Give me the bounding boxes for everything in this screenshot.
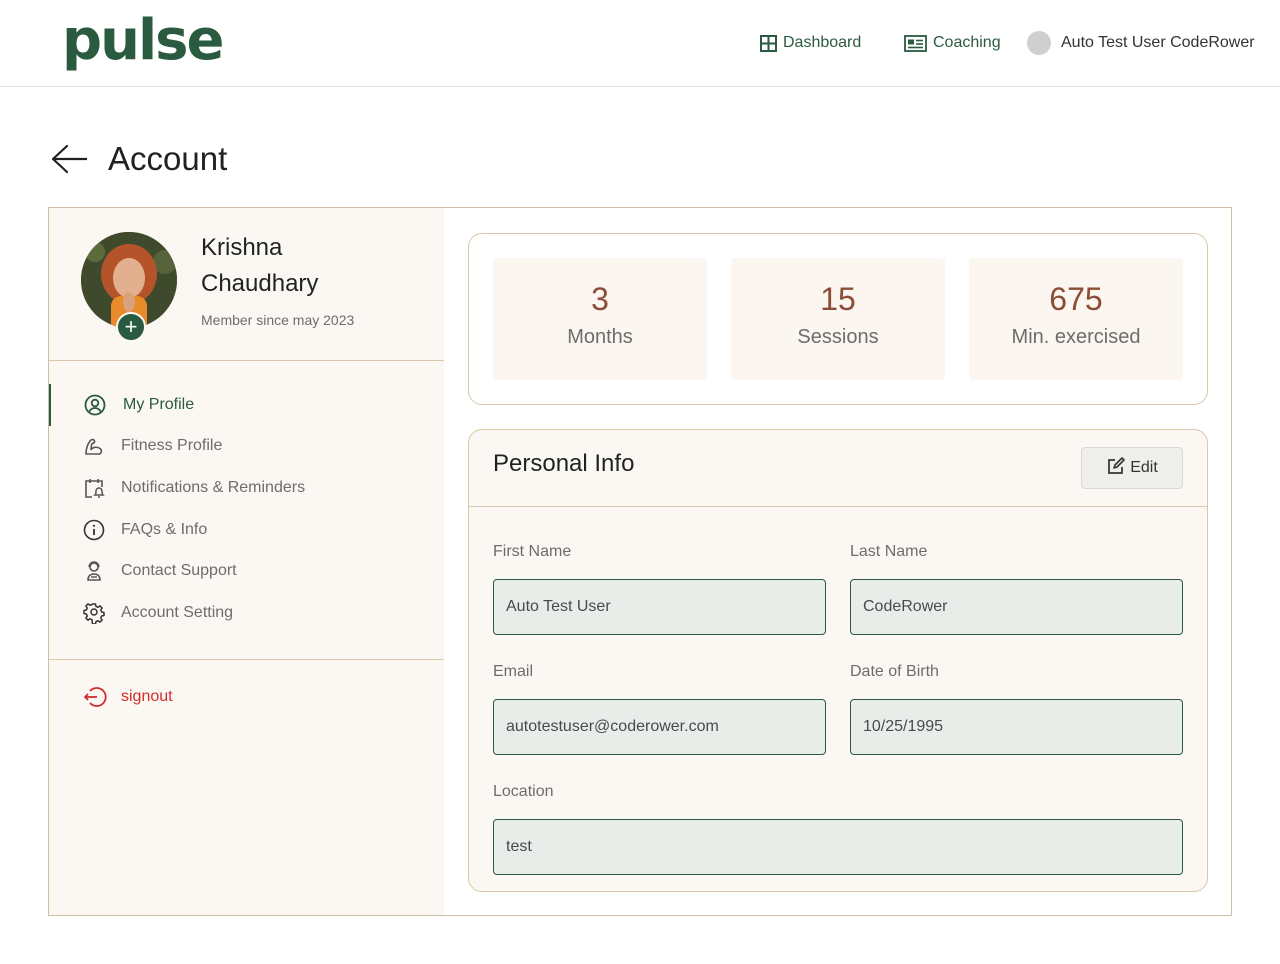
id-card-icon	[904, 34, 927, 52]
stat-minutes-exercised: 675 Min. exercised	[969, 258, 1183, 380]
stat-months: 3 Months	[493, 258, 707, 380]
nav-dashboard-link[interactable]: Dashboard	[760, 28, 861, 58]
sidebar-item-label: Account Setting	[121, 603, 234, 621]
email-field[interactable]	[493, 699, 826, 755]
sidebar-item-label: Fitness Profile	[121, 437, 223, 455]
edit-label: Edit	[1130, 459, 1158, 476]
stat-label: Min. exercised	[1011, 326, 1141, 348]
sidebar-item-label: My Profile	[123, 395, 195, 413]
stat-value: 3	[591, 281, 609, 317]
dob-field[interactable]	[850, 699, 1183, 755]
info-icon	[83, 519, 105, 541]
pulse-logo[interactable]: pulse	[62, 6, 224, 76]
user-name: Auto Test User CodeRower	[1061, 34, 1255, 51]
muscle-arm-icon	[83, 435, 105, 457]
stat-sessions: 15 Sessions	[731, 258, 945, 380]
personal-info-header: Personal Info Edit	[469, 430, 1207, 507]
plus-icon: +	[124, 314, 138, 339]
personal-info-title: Personal Info	[493, 450, 635, 477]
sidebar-item-notifications[interactable]: Notifications & Reminders	[49, 467, 444, 509]
user-circle-icon	[84, 394, 106, 416]
top-navigation-bar: pulse Dashboard Coaching Auto Test User …	[0, 0, 1280, 87]
dob-label: Date of Birth	[850, 663, 939, 680]
account-menu: My Profile Fitness Profile Notifications…	[49, 384, 444, 634]
support-agent-icon	[83, 560, 105, 582]
stat-value: 15	[820, 281, 856, 317]
profile-summary: + Krishna Chaudhary Member since may 202…	[49, 208, 444, 361]
account-sidebar: + Krishna Chaudhary Member since may 202…	[49, 208, 444, 915]
page-header: Account	[50, 136, 227, 182]
sidebar-divider	[49, 659, 444, 660]
stat-label: Months	[567, 326, 633, 348]
sidebar-item-label: Notifications & Reminders	[121, 478, 306, 496]
edit-icon	[1106, 456, 1126, 481]
email-label: Email	[493, 663, 534, 680]
sidebar-item-contact-support[interactable]: Contact Support	[49, 550, 444, 592]
edit-button[interactable]: Edit	[1081, 447, 1183, 489]
stat-value: 675	[1049, 281, 1103, 317]
grid-icon	[760, 34, 777, 52]
arrow-left-icon[interactable]	[50, 144, 88, 174]
sidebar-item-fitness-profile[interactable]: Fitness Profile	[49, 426, 444, 468]
signout-label: signout	[121, 688, 173, 705]
user-avatar	[1027, 31, 1051, 55]
sidebar-item-label: FAQs & Info	[121, 520, 208, 538]
sidebar-item-account-setting[interactable]: Account Setting	[49, 592, 444, 634]
nav-coaching-link[interactable]: Coaching	[904, 28, 1001, 58]
first-name-label: First Name	[493, 543, 572, 560]
profile-name: Krishna Chaudhary	[201, 234, 319, 297]
user-menu[interactable]: Auto Test User CodeRower	[1027, 28, 1255, 58]
page-title: Account	[108, 140, 228, 177]
last-name-field[interactable]	[850, 579, 1183, 635]
nav-dashboard-label: Dashboard	[783, 34, 862, 51]
location-label: Location	[493, 783, 554, 800]
nav-coaching-label: Coaching	[933, 34, 1001, 51]
account-panel: + Krishna Chaudhary Member since may 202…	[48, 207, 1232, 916]
signout-button[interactable]: signout	[83, 684, 173, 710]
stats-card: 3 Months 15 Sessions 675 Min. exercised	[468, 233, 1208, 405]
sidebar-item-label: Contact Support	[121, 562, 237, 580]
sidebar-item-faqs[interactable]: FAQs & Info	[49, 509, 444, 551]
member-since: Member since may 2023	[201, 312, 355, 328]
last-name-label: Last Name	[850, 543, 928, 560]
sidebar-item-my-profile[interactable]: My Profile	[49, 384, 444, 426]
calendar-bell-icon	[83, 477, 105, 499]
location-field[interactable]	[493, 819, 1183, 875]
logout-icon	[83, 686, 107, 708]
personal-info-card: Personal Info Edit First Name Last Name …	[468, 429, 1208, 892]
gear-icon	[83, 602, 105, 624]
add-photo-button[interactable]: +	[116, 312, 146, 342]
first-name-field[interactable]	[493, 579, 826, 635]
stat-label: Sessions	[797, 326, 879, 348]
